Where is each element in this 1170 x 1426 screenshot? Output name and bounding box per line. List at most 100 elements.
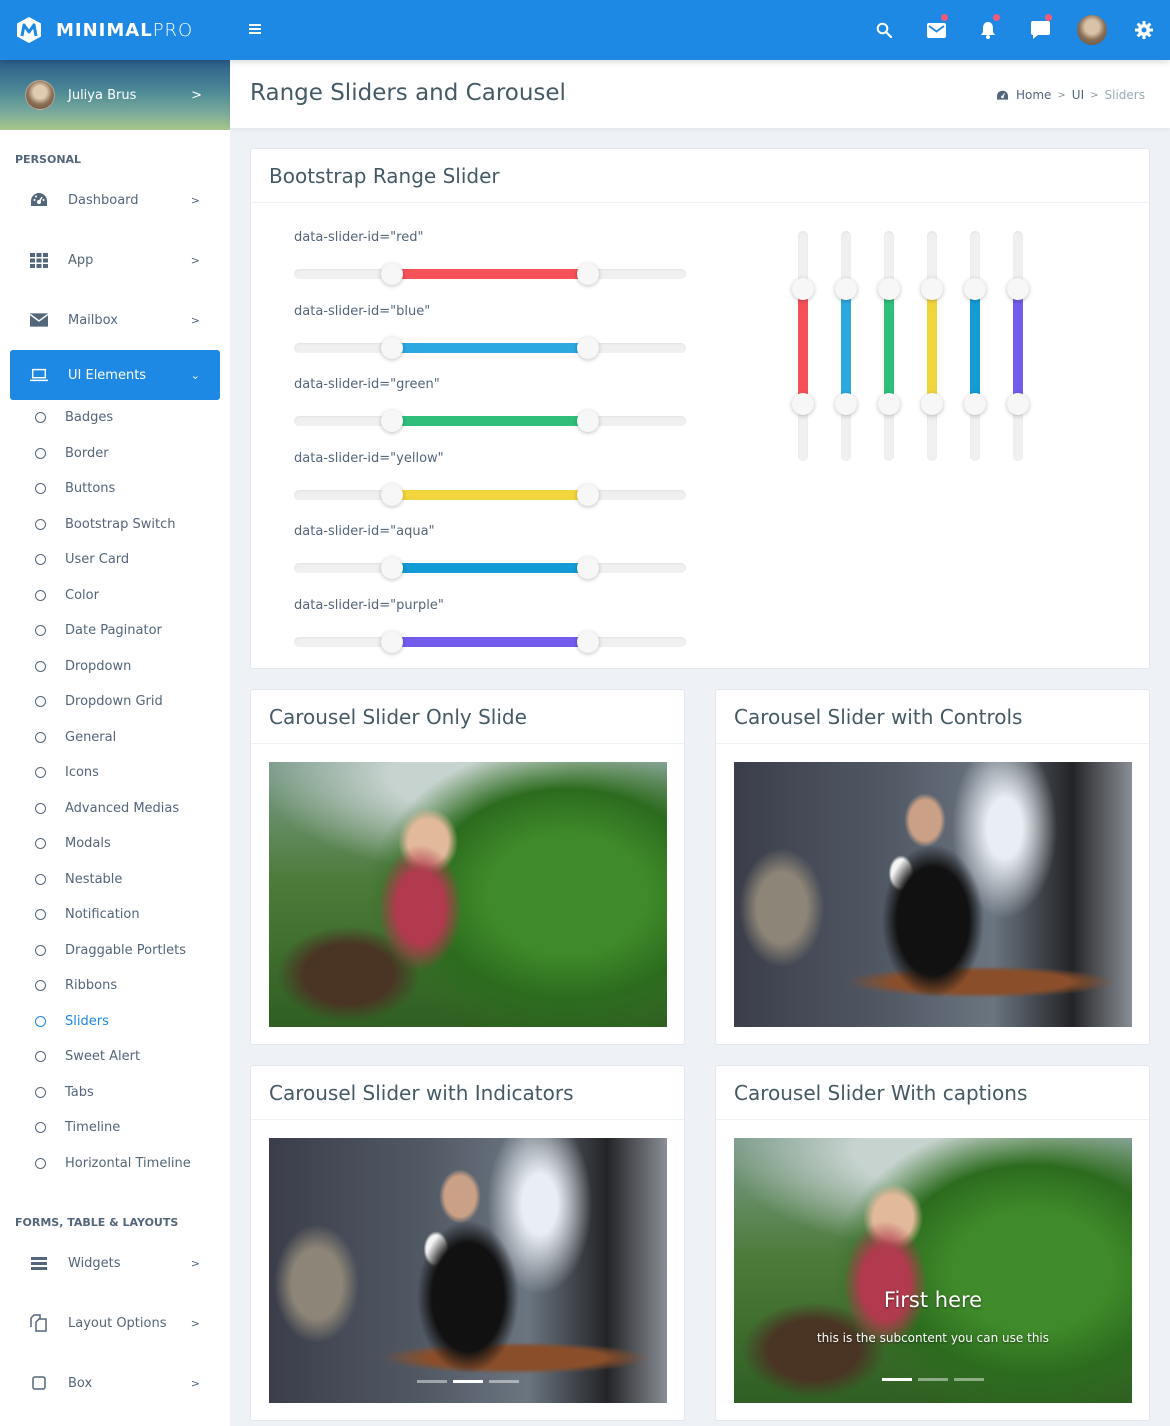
slider-track[interactable] — [294, 410, 686, 432]
slider-min-handle[interactable] — [381, 263, 403, 285]
sidebar-item-widgets[interactable]: Widgets > — [0, 1233, 230, 1293]
submenu-item-sliders[interactable]: Sliders — [0, 1004, 230, 1040]
vertical-range-slider-blue[interactable] — [835, 231, 857, 461]
user-profile-panel[interactable]: Juliya Brus > — [0, 60, 230, 130]
slider-min-handle[interactable] — [381, 336, 403, 359]
slider-min-handle[interactable] — [381, 483, 403, 506]
submenu-item-horizontal-timeline[interactable]: Horizontal Timeline — [0, 1146, 230, 1182]
sidebar-item-label: Layout Options — [68, 1315, 167, 1331]
sidebar-item-box[interactable]: Box > — [0, 1353, 230, 1413]
submenu-item-badges[interactable]: Badges — [0, 400, 230, 436]
slider-track[interactable] — [294, 263, 686, 285]
submenu-item-dropdown-grid[interactable]: Dropdown Grid — [0, 684, 230, 720]
carousel-indicator[interactable] — [918, 1378, 948, 1381]
notifications-button[interactable] — [962, 0, 1014, 60]
slider-track[interactable] — [294, 630, 686, 653]
chat-button[interactable] — [1014, 0, 1066, 60]
vertical-range-slider-yellow[interactable] — [921, 231, 943, 461]
submenu-item-timeline[interactable]: Timeline — [0, 1110, 230, 1146]
sidebar-item-mailbox[interactable]: Mailbox > — [0, 290, 230, 350]
slider-min-handle[interactable] — [1007, 277, 1029, 300]
circle-icon — [35, 802, 46, 814]
sidebar-item-dashboard[interactable]: Dashboard > — [0, 170, 230, 230]
breadcrumb-current: Sliders — [1104, 88, 1145, 102]
slider-max-handle[interactable] — [792, 392, 814, 415]
slider-max-handle[interactable] — [577, 410, 599, 432]
slider-min-handle[interactable] — [878, 277, 900, 300]
vertical-range-slider-aqua[interactable] — [964, 231, 986, 461]
submenu-item-icons[interactable]: Icons — [0, 755, 230, 791]
vertical-range-slider-purple[interactable] — [1007, 231, 1029, 461]
ui-elements-submenu: Badges Border Buttons Bootstrap Switch User … — [0, 400, 230, 1181]
submenu-item-border[interactable]: Border — [0, 436, 230, 472]
submenu-item-draggable-portlets[interactable]: Draggable Portlets — [0, 933, 230, 969]
submenu-item-user-card[interactable]: User Card — [0, 542, 230, 578]
slider-max-handle[interactable] — [835, 392, 857, 415]
slider-min-handle[interactable] — [381, 630, 403, 653]
submenu-item-advanced-medias[interactable]: Advanced Medias — [0, 791, 230, 827]
slider-max-handle[interactable] — [577, 263, 599, 285]
slider-min-handle[interactable] — [964, 277, 986, 300]
slider-min-handle[interactable] — [792, 277, 814, 300]
submenu-item-ribbons[interactable]: Ribbons — [0, 968, 230, 1004]
vertical-range-slider-green[interactable] — [878, 231, 900, 461]
submenu-item-dropdown[interactable]: Dropdown — [0, 649, 230, 685]
carousel-slide-image[interactable]: First here this is the subcontent you ca… — [734, 1138, 1132, 1403]
carousel-card-only-slide: Carousel Slider Only Slide — [250, 689, 685, 1045]
slider-track[interactable] — [294, 483, 686, 506]
submenu-item-date-paginator[interactable]: Date Paginator — [0, 613, 230, 649]
breadcrumb-ui[interactable]: UI — [1072, 88, 1084, 102]
submenu-item-color[interactable]: Color — [0, 578, 230, 614]
brand-logo-link[interactable]: MINIMALPRO — [0, 0, 230, 60]
carousel-indicator[interactable] — [954, 1378, 984, 1381]
breadcrumb-home[interactable]: Home — [1016, 88, 1051, 102]
settings-button[interactable] — [1118, 0, 1170, 60]
vertical-range-slider-red[interactable] — [792, 231, 814, 461]
circle-icon — [35, 483, 46, 495]
slider-max-handle[interactable] — [577, 630, 599, 653]
submenu-item-label: Notification — [65, 907, 140, 923]
submenu-item-tabs[interactable]: Tabs — [0, 1075, 230, 1111]
carousel-indicator[interactable] — [417, 1380, 447, 1383]
submenu-item-bootstrap-switch[interactable]: Bootstrap Switch — [0, 507, 230, 543]
submenu-item-modals[interactable]: Modals — [0, 826, 230, 862]
slider-min-handle[interactable] — [381, 557, 403, 579]
carousel-slide-image[interactable] — [734, 762, 1132, 1027]
carousel-indicator[interactable] — [453, 1380, 483, 1383]
submenu-item-notification[interactable]: Notification — [0, 897, 230, 933]
circle-icon — [35, 873, 46, 885]
submenu-item-label: Bootstrap Switch — [65, 516, 176, 532]
carousel-indicator[interactable] — [489, 1380, 519, 1383]
slider-min-handle[interactable] — [835, 277, 857, 300]
submenu-item-nestable[interactable]: Nestable — [0, 862, 230, 898]
chat-badge — [1045, 14, 1052, 21]
carousel-indicator[interactable] — [882, 1378, 912, 1381]
slider-max-handle[interactable] — [577, 483, 599, 506]
slider-max-handle[interactable] — [878, 392, 900, 415]
slider-track[interactable] — [294, 557, 686, 579]
slider-max-handle[interactable] — [577, 557, 599, 579]
search-button[interactable] — [858, 0, 910, 60]
sidebar-item-layout-options[interactable]: Layout Options > — [0, 1293, 230, 1353]
slider-max-handle[interactable] — [577, 336, 599, 359]
carousel-slide-image[interactable] — [269, 762, 667, 1027]
profile-button[interactable] — [1066, 0, 1118, 60]
carousel-indicators — [417, 1380, 519, 1383]
submenu-item-buttons[interactable]: Buttons — [0, 471, 230, 507]
slider-max-handle[interactable] — [964, 392, 986, 415]
slider-min-handle[interactable] — [921, 277, 943, 300]
slider-max-handle[interactable] — [921, 392, 943, 415]
circle-icon — [35, 1051, 46, 1063]
slider-min-handle[interactable] — [381, 410, 403, 432]
circle-icon — [35, 696, 46, 708]
carousel-slide-image[interactable] — [269, 1138, 667, 1403]
slider-track[interactable] — [294, 336, 686, 359]
submenu-item-sweet-alert[interactable]: Sweet Alert — [0, 1039, 230, 1075]
sidebar-item-ui-elements[interactable]: UI Elements ⌄ — [10, 350, 220, 400]
menu-toggle-icon[interactable] — [249, 24, 261, 36]
mail-button[interactable] — [910, 0, 962, 60]
sidebar-item-app[interactable]: App > — [0, 230, 230, 290]
circle-icon — [35, 447, 46, 459]
slider-max-handle[interactable] — [1007, 392, 1029, 415]
submenu-item-general[interactable]: General — [0, 720, 230, 756]
